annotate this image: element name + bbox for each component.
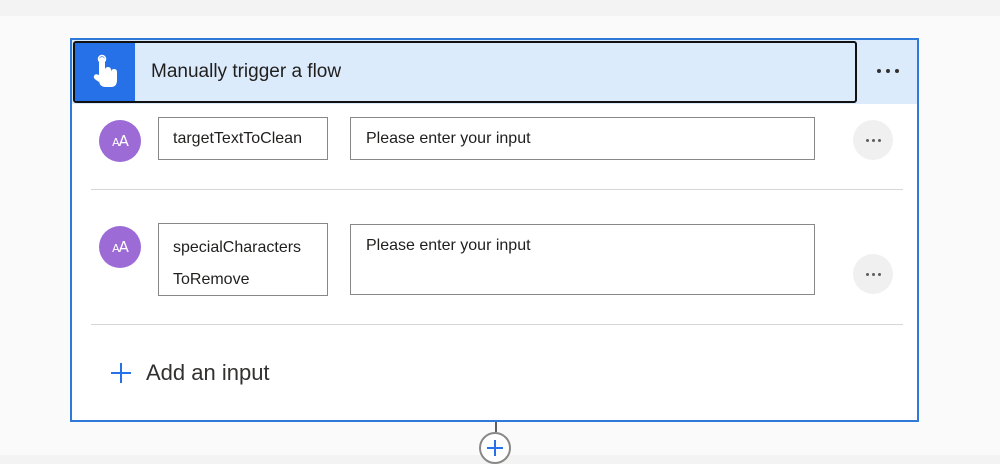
text-type-icon: AA — [99, 226, 141, 268]
input-value-placeholder-2: Please enter your input — [366, 237, 531, 254]
plus-icon — [110, 362, 132, 384]
input-name-2-line-2: ToRemove — [173, 271, 250, 288]
trigger-icon-box — [75, 43, 135, 101]
input-name-field-2[interactable]: specialCharacters ToRemove — [158, 223, 328, 296]
ellipsis-dot — [877, 138, 881, 142]
input-name-field-1[interactable]: targetTextToClean — [158, 117, 328, 160]
trigger-header[interactable]: Manually trigger a flow — [73, 41, 857, 103]
add-input-button[interactable]: Add an input — [110, 355, 270, 391]
ellipsis-dot — [871, 272, 875, 276]
text-type-icon: AA — [99, 120, 141, 162]
ellipsis-dot — [865, 138, 869, 142]
flow-connector-line — [495, 422, 497, 432]
input-name-1-line-1: targetTextToClean — [173, 130, 302, 147]
touch-hand-icon — [93, 54, 117, 87]
input-value-field-1[interactable]: Please enter your input — [350, 117, 815, 160]
add-input-label: Add an input — [146, 360, 270, 385]
ellipsis-dot — [895, 69, 899, 73]
input-value-placeholder-1: Please enter your input — [366, 130, 531, 147]
trigger-card: Manually trigger a flow AA targetTextToC… — [70, 38, 919, 422]
ellipsis-dot — [886, 69, 890, 73]
canvas-top-strip — [0, 0, 1000, 16]
ellipsis-dot — [877, 69, 881, 73]
ellipsis-dot — [871, 138, 875, 142]
input-2-more-options-button[interactable] — [853, 254, 893, 294]
row-divider — [91, 189, 903, 190]
input-name-2-line-1: specialCharacters — [173, 239, 302, 256]
insert-new-step-button[interactable] — [479, 432, 511, 464]
input-value-field-2[interactable]: Please enter your input — [350, 224, 815, 295]
row-divider — [91, 324, 903, 325]
trigger-title: Manually trigger a flow — [151, 61, 342, 82]
trigger-more-options-button[interactable] — [868, 58, 908, 84]
input-1-more-options-button[interactable] — [853, 120, 893, 160]
ellipsis-dot — [877, 272, 881, 276]
ellipsis-dot — [865, 272, 869, 276]
